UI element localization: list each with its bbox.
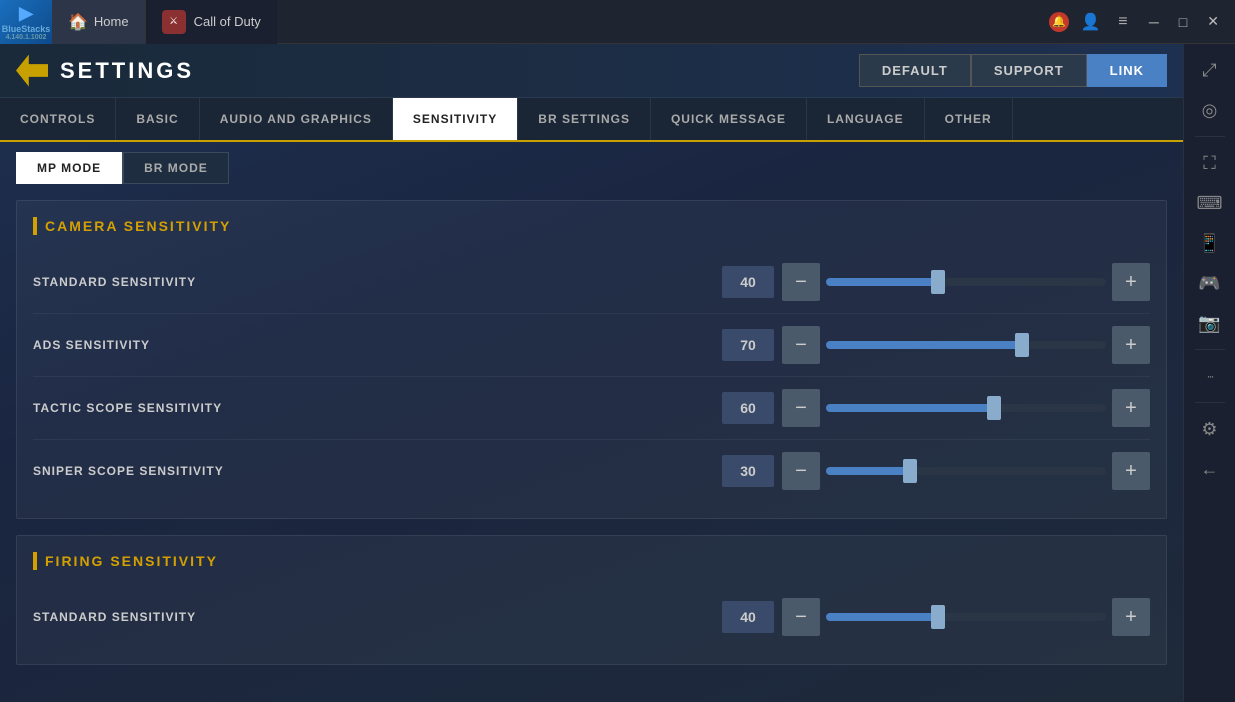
- phone-icon[interactable]: 📱: [1192, 225, 1228, 261]
- camera-sniper-slider[interactable]: [826, 467, 1106, 475]
- tab-sensitivity[interactable]: SENSITIVITY: [393, 98, 518, 140]
- tab-game[interactable]: ⚔ Call of Duty: [145, 0, 277, 44]
- camera-standard-slider[interactable]: [826, 278, 1106, 286]
- more-icon[interactable]: ···: [1192, 358, 1228, 394]
- right-sidebar: ⤢ ◎ ⛶ ⌨ 📱 🎮 📷 ··· ⚙ ←: [1183, 44, 1235, 702]
- camera-ads-increase[interactable]: +: [1112, 326, 1150, 364]
- camera-standard-value: 40: [722, 266, 774, 298]
- tab-controls[interactable]: CONTROLS: [0, 98, 116, 140]
- firing-standard-decrease[interactable]: −: [782, 598, 820, 636]
- settings-content[interactable]: CAMERA SENSITIVITY STANDARD SENSITIVITY …: [0, 184, 1183, 702]
- camera-tactic-decrease[interactable]: −: [782, 389, 820, 427]
- tab-audio-and-graphics[interactable]: AUDIO AND GRAPHICS: [200, 98, 393, 140]
- camera-sniper-label: SNIPER SCOPE SENSITIVITY: [33, 464, 373, 478]
- camera-ads-slider[interactable]: [826, 341, 1106, 349]
- menu-icon[interactable]: ≡: [1113, 12, 1133, 32]
- camera-ads-decrease[interactable]: −: [782, 326, 820, 364]
- tab-quick-message[interactable]: QUICK MESSAGE: [651, 98, 807, 140]
- camera-ads-value: 70: [722, 329, 774, 361]
- tab-basic[interactable]: BASIC: [116, 98, 199, 140]
- camera-tactic-slider[interactable]: [826, 404, 1106, 412]
- default-button[interactable]: DEFAULT: [859, 54, 971, 87]
- tab-home[interactable]: 🏠 Home: [52, 0, 145, 44]
- back-arrow-button[interactable]: [16, 55, 48, 87]
- camera-tactic-sensitivity-row: TACTIC SCOPE SENSITIVITY 60 − +: [33, 377, 1150, 440]
- support-button[interactable]: SUPPORT: [971, 54, 1087, 87]
- camera-tactic-control: − +: [782, 389, 1150, 427]
- firing-standard-control: − +: [782, 598, 1150, 636]
- camera-sniper-increase[interactable]: +: [1112, 452, 1150, 490]
- camera-standard-decrease[interactable]: −: [782, 263, 820, 301]
- camera-standard-sensitivity-row: STANDARD SENSITIVITY 40 − +: [33, 251, 1150, 314]
- tab-language[interactable]: LANGUAGE: [807, 98, 925, 140]
- header-buttons: DEFAULT SUPPORT LINK: [859, 54, 1167, 87]
- game-icon: ⚔: [162, 10, 186, 34]
- maximize-button[interactable]: □: [1175, 14, 1191, 30]
- link-button[interactable]: LINK: [1087, 54, 1167, 87]
- back-icon[interactable]: ←: [1192, 451, 1228, 487]
- taskbar: ▶ BlueStacks 4.140.1.1002 🏠 Home ⚔ Call …: [0, 0, 1235, 44]
- firing-section-title: FIRING SENSITIVITY: [33, 552, 1150, 570]
- camera-sniper-value: 30: [722, 455, 774, 487]
- main-content: SETTINGS DEFAULT SUPPORT LINK CONTROLS B…: [0, 44, 1183, 702]
- fullscreen-icon[interactable]: ⛶: [1192, 145, 1228, 181]
- settings-header: SETTINGS DEFAULT SUPPORT LINK: [0, 44, 1183, 98]
- camera-tactic-label: TACTIC SCOPE SENSITIVITY: [33, 401, 373, 415]
- camera-tactic-increase[interactable]: +: [1112, 389, 1150, 427]
- mode-mp[interactable]: MP MODE: [16, 152, 122, 184]
- camera-ads-sensitivity-row: ADS SENSITIVITY 70 − +: [33, 314, 1150, 377]
- camera-sensitivity-section: CAMERA SENSITIVITY STANDARD SENSITIVITY …: [16, 200, 1167, 519]
- nav-tabs: CONTROLS BASIC AUDIO AND GRAPHICS SENSIT…: [0, 98, 1183, 142]
- firing-title-bar: [33, 552, 37, 570]
- firing-standard-label: STANDARD SENSITIVITY: [33, 610, 373, 624]
- camera-standard-label: STANDARD SENSITIVITY: [33, 275, 373, 289]
- camera-sniper-control: − +: [782, 452, 1150, 490]
- camera-sniper-decrease[interactable]: −: [782, 452, 820, 490]
- minimize-button[interactable]: ─: [1145, 14, 1163, 30]
- camera-ads-label: ADS SENSITIVITY: [33, 338, 373, 352]
- tab-br-settings[interactable]: BR SETTINGS: [518, 98, 651, 140]
- camera-tactic-value: 60: [722, 392, 774, 424]
- notification-icon[interactable]: 🔔: [1049, 12, 1069, 32]
- firing-standard-value: 40: [722, 601, 774, 633]
- tab-other[interactable]: OTHER: [925, 98, 1013, 140]
- camera2-icon[interactable]: 📷: [1192, 305, 1228, 341]
- firing-standard-increase[interactable]: +: [1112, 598, 1150, 636]
- camera-standard-control: − +: [782, 263, 1150, 301]
- home-icon: 🏠: [68, 12, 88, 32]
- search-icon[interactable]: ◎: [1192, 92, 1228, 128]
- camera-sniper-sensitivity-row: SNIPER SCOPE SENSITIVITY 30 − +: [33, 440, 1150, 502]
- firing-standard-slider[interactable]: [826, 613, 1106, 621]
- gamepad-icon[interactable]: 🎮: [1192, 265, 1228, 301]
- firing-standard-sensitivity-row: STANDARD SENSITIVITY 40 − +: [33, 586, 1150, 648]
- expand-icon[interactable]: ⤢: [1192, 52, 1228, 88]
- taskbar-icons: 🔔 👤 ≡ ─ □ ✕: [1049, 12, 1235, 32]
- settings-panel: SETTINGS DEFAULT SUPPORT LINK CONTROLS B…: [0, 44, 1183, 702]
- camera-section-title: CAMERA SENSITIVITY: [33, 217, 1150, 235]
- firing-sensitivity-section: FIRING SENSITIVITY STANDARD SENSITIVITY …: [16, 535, 1167, 665]
- settings-title: SETTINGS: [60, 58, 194, 84]
- gear-icon[interactable]: ⚙: [1192, 411, 1228, 447]
- section-title-bar: [33, 217, 37, 235]
- camera-ads-control: − +: [782, 326, 1150, 364]
- close-button[interactable]: ✕: [1203, 13, 1223, 30]
- mode-br[interactable]: BR MODE: [123, 152, 229, 184]
- keyboard-icon[interactable]: ⌨: [1192, 185, 1228, 221]
- account-icon[interactable]: 👤: [1081, 12, 1101, 32]
- bluestacks-logo: ▶ BlueStacks 4.140.1.1002: [0, 0, 52, 44]
- mode-tabs: MP MODE BR MODE: [0, 142, 1183, 184]
- camera-standard-increase[interactable]: +: [1112, 263, 1150, 301]
